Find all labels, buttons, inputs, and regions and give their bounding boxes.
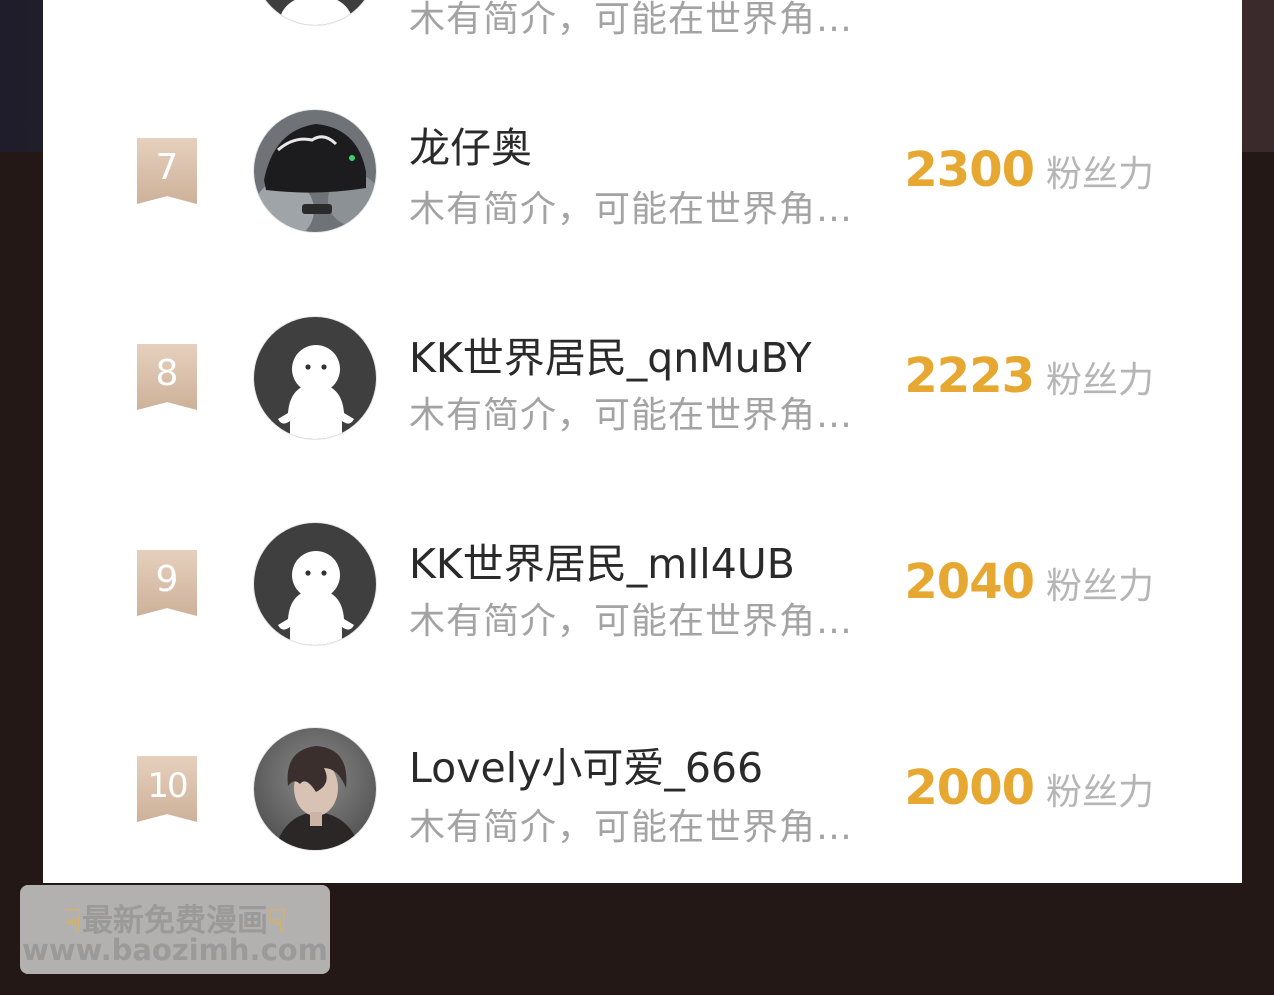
watermark-url[interactable]: www.baozimh.com xyxy=(20,933,330,967)
user-name[interactable]: 龙仔奥 xyxy=(409,114,532,174)
user-bio: 木有简介，可能在世界角… xyxy=(409,189,854,230)
leaderboard-row[interactable]: 7 龙仔奥 木有简介，可能在世界角… 2300 粉丝力 xyxy=(43,80,1242,260)
user-name[interactable]: KK世界居民_mIl4UB xyxy=(409,530,795,590)
leaderboard-card: 木有简介，可能在世界角… 7 龙仔奥 木有简介，可能在世界角… 2300 粉丝力 … xyxy=(43,0,1242,883)
cap-photo-avatar[interactable] xyxy=(253,109,377,233)
user-name[interactable]: KK世界居民_qnMuBY xyxy=(409,324,812,384)
fan-power-value: 2223 xyxy=(904,348,1035,404)
fan-power: 2040 粉丝力 xyxy=(904,554,1154,610)
user-bio: 木有简介，可能在世界角… xyxy=(409,395,854,436)
default-ghost-avatar[interactable] xyxy=(253,522,377,646)
leaderboard-row[interactable]: 10 Lovely小可爱_666 木有简介，可能在世界角… 2000 粉丝力 xyxy=(43,698,1242,878)
user-name[interactable]: Lovely小可爱_666 xyxy=(409,734,763,794)
fan-power-value: 2300 xyxy=(904,142,1035,198)
fan-power: 2000 粉丝力 xyxy=(904,760,1154,816)
leaderboard-row-partial[interactable]: 木有简介，可能在世界角… xyxy=(43,0,1242,40)
user-bio: 木有简介，可能在世界角… xyxy=(409,807,854,848)
leaderboard-row[interactable]: 9 KK世界居民_mIl4UB 木有简介，可能在世界角… 2040 粉丝力 xyxy=(43,492,1242,672)
fan-power-unit: 粉丝力 xyxy=(1045,772,1154,813)
fan-power: 2300 粉丝力 xyxy=(904,142,1154,198)
default-ghost-avatar[interactable] xyxy=(253,316,377,440)
fan-power: 2223 粉丝力 xyxy=(904,348,1154,404)
fan-power-unit: 粉丝力 xyxy=(1045,154,1154,195)
rank-badge: 7 xyxy=(137,138,197,204)
fan-power-value: 2040 xyxy=(904,554,1035,610)
anime-boy-avatar[interactable] xyxy=(253,727,377,851)
rank-badge: 9 xyxy=(137,550,197,616)
rank-badge: 8 xyxy=(137,344,197,410)
user-bio: 木有简介，可能在世界角… xyxy=(409,601,854,642)
rank-badge: 10 xyxy=(137,756,197,822)
fan-power-unit: 粉丝力 xyxy=(1045,566,1154,607)
watermark-banner[interactable]: ☟最新免费漫画☟ www.baozimh.com xyxy=(20,885,330,974)
fan-power-unit: 粉丝力 xyxy=(1045,360,1154,401)
avatar[interactable] xyxy=(253,0,377,26)
user-bio: 木有简介，可能在世界角… xyxy=(409,0,854,40)
fan-power-value: 2000 xyxy=(904,760,1035,816)
leaderboard-row[interactable]: 8 KK世界居民_qnMuBY 木有简介，可能在世界角… 2223 粉丝力 xyxy=(43,286,1242,466)
